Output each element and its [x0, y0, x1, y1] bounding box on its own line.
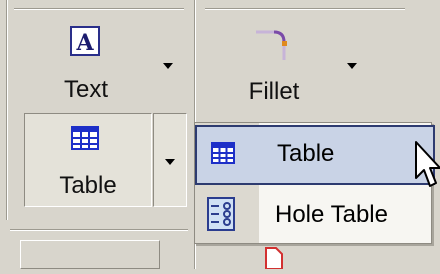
fillet-button[interactable]: Fillet: [224, 22, 324, 108]
text-button[interactable]: A Text: [30, 22, 142, 106]
table-button[interactable]: Table: [24, 113, 152, 207]
menu-item-hole-table[interactable]: Hole Table: [195, 187, 431, 243]
table-flyout-menu: Table Hole Table: [194, 122, 435, 244]
partial-button-below[interactable]: [20, 240, 160, 269]
svg-text:A: A: [75, 30, 94, 56]
menu-item-hole-table-label: Hole Table: [275, 201, 388, 228]
mouse-pointer-icon: [414, 140, 440, 190]
chevron-down-icon: [347, 63, 357, 69]
fillet-icon: [252, 26, 292, 62]
text-dropdown-arrow[interactable]: [158, 60, 178, 74]
partial-hidden-icon: [262, 246, 286, 270]
table-icon: [211, 142, 235, 164]
text-annotation-icon: A: [70, 26, 100, 56]
fillet-button-label: Fillet: [248, 78, 300, 105]
panel-top-ridge-left: [14, 8, 184, 10]
menu-item-table-label: Table: [277, 140, 335, 167]
panel-bottom-ridge: [10, 229, 188, 231]
fillet-dropdown-arrow[interactable]: [342, 60, 362, 74]
menu-item-table[interactable]: Table: [195, 125, 435, 185]
table-icon: [71, 126, 99, 150]
table-dropdown-arrow[interactable]: [153, 113, 187, 207]
text-button-label: Text: [63, 76, 108, 103]
chevron-down-icon: [163, 63, 173, 69]
panel-top-ridge-right: [205, 8, 405, 10]
chevron-down-icon: [165, 159, 175, 165]
hole-table-icon: [207, 197, 235, 231]
panel-left-edge: [6, 0, 8, 220]
table-button-label: Table: [59, 172, 117, 199]
